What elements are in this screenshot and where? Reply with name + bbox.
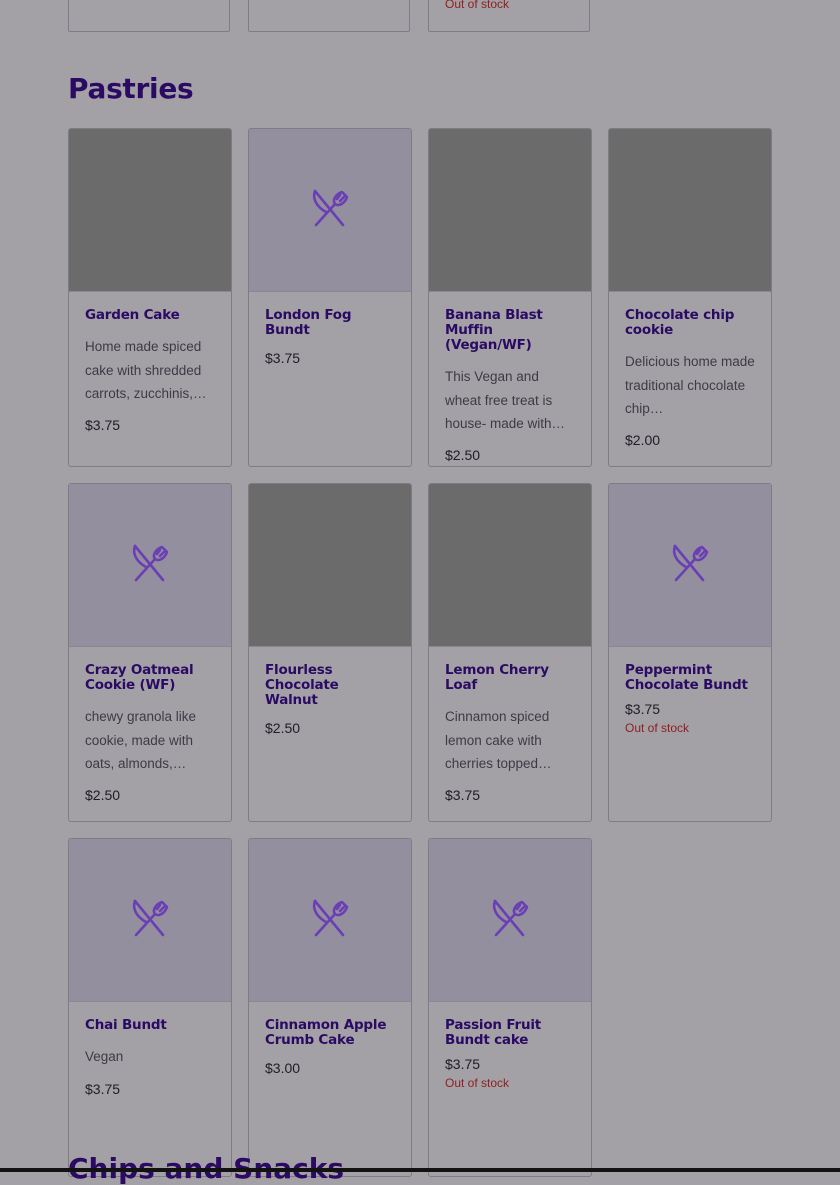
previous-item-card[interactable]	[68, 0, 230, 32]
item-image-placeholder	[429, 839, 591, 1002]
item-name: Flourless Chocolate Walnut	[265, 662, 339, 708]
utensils-icon	[129, 542, 171, 589]
item-price: $3.00	[265, 1060, 301, 1076]
out-of-stock-label: Out of stock	[445, 0, 510, 11]
item-description: Vegan	[85, 1049, 124, 1064]
menu-item-card[interactable]: Flourless Chocolate Walnut $2.50	[248, 483, 412, 822]
item-description: This Vegan and wheat free treat is house…	[445, 369, 566, 431]
item-price: $3.75	[445, 787, 481, 803]
menu-item-card[interactable]: Passion Fruit Bundt cake $3.75 Out of stoc…	[428, 838, 592, 1177]
section-title: Pastries	[68, 72, 194, 105]
menu-item-card[interactable]: Peppermint Chocolate Bundt $3.75 Out of st…	[608, 483, 772, 822]
menu-item-card[interactable]: Cinnamon Apple Crumb Cake $3.00	[248, 838, 412, 1177]
menu-item-card[interactable]: Lemon Cherry Loaf Cinnamon spiced lemon c…	[428, 483, 592, 822]
item-description: Cinnamon spiced lemon cake with cherries…	[445, 709, 552, 771]
item-name: Crazy Oatmeal Cookie (WF)	[85, 662, 194, 693]
item-price: $3.75	[85, 1081, 121, 1097]
item-image-placeholder	[249, 129, 411, 292]
item-name: Passion Fruit Bundt cake	[445, 1017, 542, 1048]
item-price: $2.50	[445, 447, 481, 463]
item-price: $3.75	[625, 701, 661, 717]
item-description: chewy granola like cookie, made with oat…	[85, 709, 197, 771]
item-image-placeholder	[69, 839, 231, 1002]
item-name: Cinnamon Apple Crumb Cake	[265, 1017, 387, 1048]
item-price: $2.50	[265, 720, 301, 736]
utensils-icon	[309, 187, 351, 234]
item-name: Lemon Cherry Loaf	[445, 662, 549, 693]
item-name: Banana Blast Muffin (Vegan/WF)	[445, 307, 543, 353]
out-of-stock-label: Out of stock	[625, 721, 690, 735]
item-price: $3.75	[85, 417, 121, 433]
utensils-icon	[129, 897, 171, 944]
item-photo	[249, 484, 411, 647]
item-name: Garden Cake	[85, 307, 180, 323]
menu-item-card[interactable]: Banana Blast Muffin (Vegan/WF) This Vegan…	[428, 128, 592, 467]
previous-item-card[interactable]: Out of stock	[428, 0, 590, 32]
out-of-stock-label: Out of stock	[445, 1076, 510, 1090]
item-image-placeholder	[69, 484, 231, 647]
item-photo	[429, 129, 591, 292]
menu-item-card[interactable]: Crazy Oatmeal Cookie (WF) chewy granola l…	[68, 483, 232, 822]
item-price: $2.50	[85, 787, 121, 803]
item-name: Chocolate chip cookie	[625, 307, 735, 338]
item-image-placeholder	[609, 484, 771, 647]
menu-item-card[interactable]: Chai Bundt Vegan $3.75	[68, 838, 232, 1177]
item-photo	[609, 129, 771, 292]
item-photo	[429, 484, 591, 647]
item-name: Peppermint Chocolate Bundt	[625, 662, 748, 693]
item-photo	[69, 129, 231, 292]
item-price: $3.75	[445, 1056, 481, 1072]
item-description: Delicious home made traditional chocolat…	[625, 354, 755, 416]
bottom-bar	[0, 1168, 840, 1172]
item-description: Home made spiced cake with shredded carr…	[85, 339, 207, 401]
utensils-icon	[309, 897, 351, 944]
menu-item-card[interactable]: Garden Cake Home made spiced cake with sh…	[68, 128, 232, 467]
utensils-icon	[489, 897, 531, 944]
menu-item-card[interactable]: Chocolate chip cookie Delicious home made…	[608, 128, 772, 467]
item-name: Chai Bundt	[85, 1017, 167, 1033]
item-price: $3.75	[265, 350, 301, 366]
previous-item-card[interactable]	[248, 0, 410, 32]
item-image-placeholder	[249, 839, 411, 1002]
item-name: London Fog Bundt	[265, 307, 352, 338]
item-price: $2.00	[625, 432, 661, 448]
menu-item-card[interactable]: London Fog Bundt $3.75	[248, 128, 412, 467]
utensils-icon	[669, 542, 711, 589]
